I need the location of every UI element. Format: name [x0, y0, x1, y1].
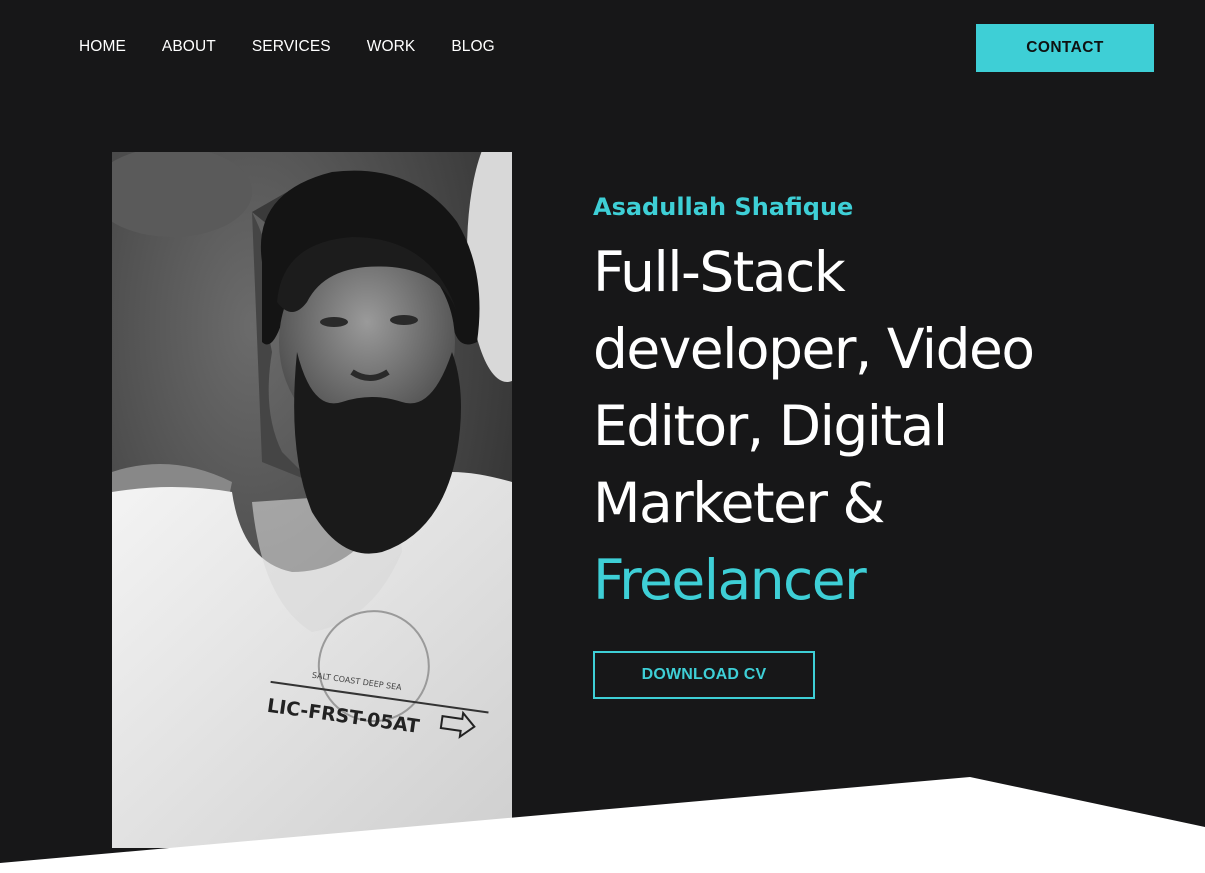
nav-link-blog[interactable]: BLOG: [451, 38, 494, 56]
hero-name: Asadullah Shafique: [593, 193, 854, 221]
hero-title-accent: Freelancer: [593, 548, 867, 612]
download-cv-button[interactable]: DOWNLOAD CV: [593, 651, 815, 699]
hero-title-line-2: developer, Video: [593, 317, 1035, 381]
top-navigation: HOME ABOUT SERVICES WORK BLOG CONTACT: [0, 0, 1205, 96]
bottom-angled-divider: [0, 777, 1205, 873]
hero-title: Full-Stack developer, Video Editor, Digi…: [593, 234, 1193, 619]
hero-title-line-3: Editor, Digital: [593, 394, 948, 458]
contact-button[interactable]: CONTACT: [976, 24, 1154, 72]
nav-link-home[interactable]: HOME: [79, 38, 126, 56]
hero-section: Asadullah Shafique Full-Stack developer,…: [593, 190, 1193, 619]
nav-link-about[interactable]: ABOUT: [162, 38, 216, 56]
hero-title-line-4: Marketer &: [593, 471, 885, 535]
nav-link-services[interactable]: SERVICES: [252, 38, 331, 56]
profile-photo: SALT COAST DEEP SEA LIC-FRST-05AT: [112, 152, 512, 848]
nav-links: HOME ABOUT SERVICES WORK BLOG: [79, 38, 531, 56]
nav-link-work[interactable]: WORK: [367, 38, 416, 56]
hero-title-line-1: Full-Stack: [593, 240, 846, 304]
